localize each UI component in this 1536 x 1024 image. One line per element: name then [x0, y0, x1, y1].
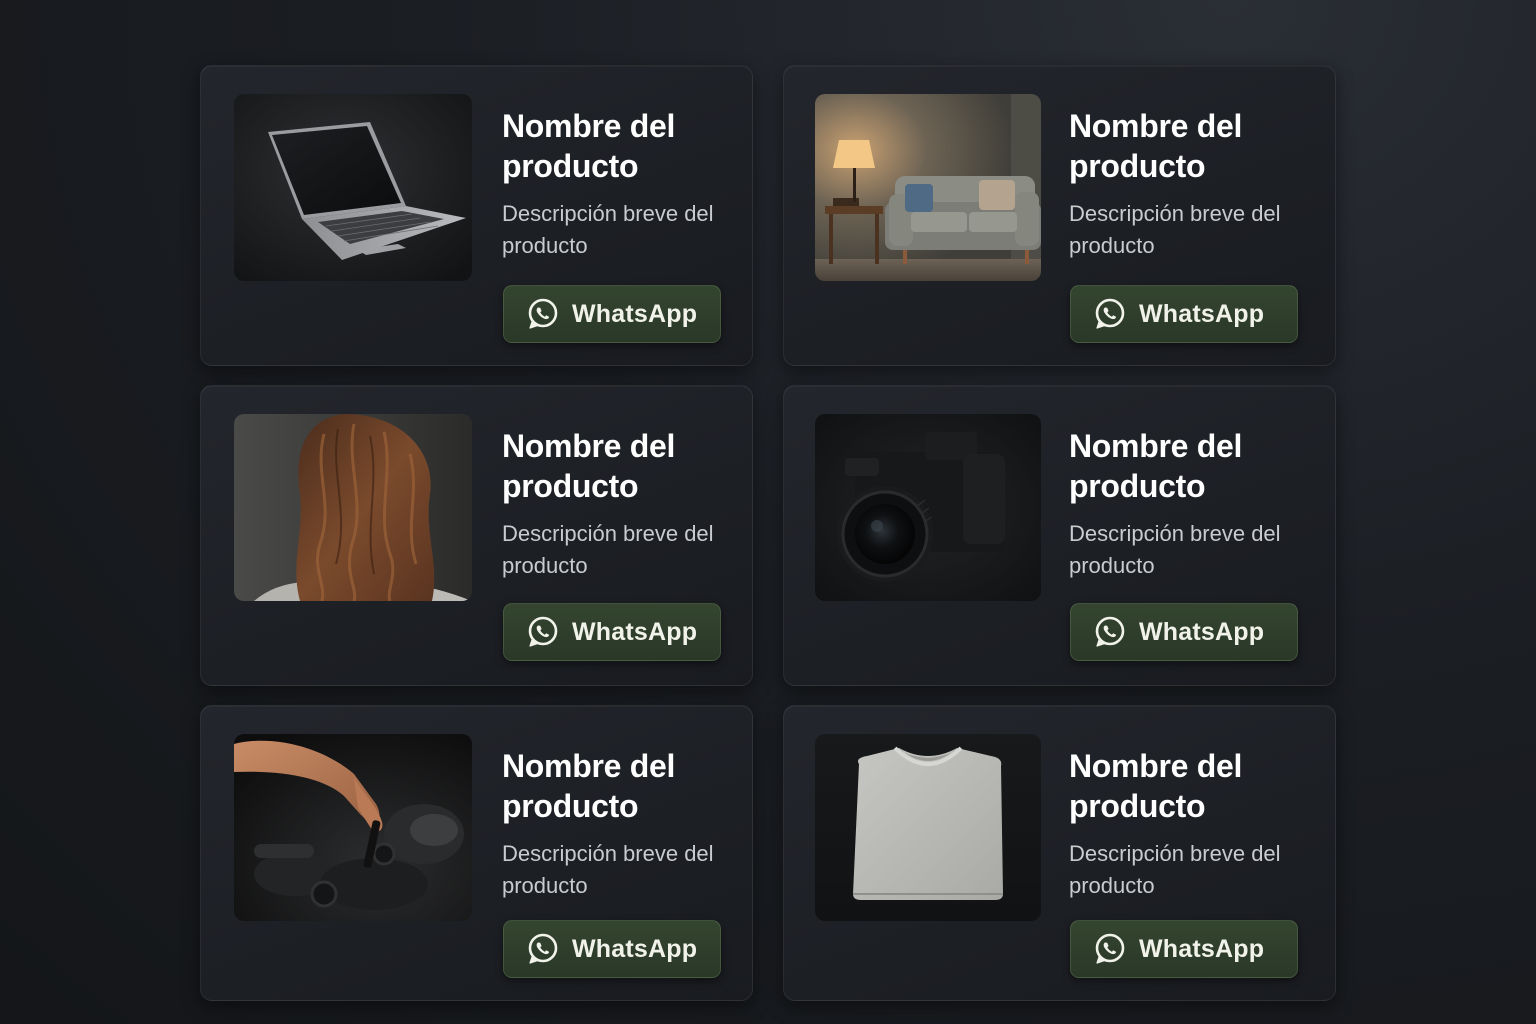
product-name: Nombre del producto	[1069, 428, 1243, 504]
whatsapp-button[interactable]: WhatsApp	[1070, 920, 1298, 978]
whatsapp-icon	[1093, 932, 1127, 966]
whatsapp-button[interactable]: WhatsApp	[503, 920, 721, 978]
product-info: Nombre del producto Descripción breve de…	[1069, 746, 1309, 902]
product-image-hair	[234, 414, 472, 601]
product-card: Nombre del producto Descripción breve de…	[200, 385, 753, 686]
product-image-sofa	[815, 94, 1041, 281]
whatsapp-button-label: WhatsApp	[1139, 617, 1265, 646]
whatsapp-button-label: WhatsApp	[572, 934, 698, 963]
product-card: Nombre del producto Descripción breve de…	[200, 65, 753, 366]
product-info: Nombre del producto Descripción breve de…	[502, 106, 742, 262]
product-name: Nombre del producto	[502, 428, 676, 504]
product-name: Nombre del producto	[1069, 108, 1243, 184]
product-info: Nombre del producto Descripción breve de…	[1069, 426, 1309, 582]
product-image-tshirt	[815, 734, 1041, 921]
product-description: Descripción breve del producto	[1069, 521, 1281, 578]
whatsapp-icon	[526, 297, 560, 331]
whatsapp-button-label: WhatsApp	[1139, 934, 1265, 963]
product-name: Nombre del producto	[502, 108, 676, 184]
whatsapp-icon	[1093, 615, 1127, 649]
product-card: Nombre del producto Descripción breve de…	[783, 65, 1336, 366]
product-name: Nombre del producto	[1069, 748, 1243, 824]
product-description: Descripción breve del producto	[502, 201, 714, 258]
product-card: Nombre del producto Descripción breve de…	[783, 385, 1336, 686]
product-info: Nombre del producto Descripción breve de…	[502, 746, 742, 902]
product-image-laptop	[234, 94, 472, 281]
whatsapp-icon	[526, 932, 560, 966]
whatsapp-icon	[526, 615, 560, 649]
product-card: Nombre del producto Descripción breve de…	[783, 705, 1336, 1001]
product-info: Nombre del producto Descripción breve de…	[502, 426, 742, 582]
whatsapp-button[interactable]: WhatsApp	[503, 603, 721, 661]
product-grid: Nombre del producto Descripción breve de…	[200, 65, 1336, 1001]
whatsapp-icon	[1093, 297, 1127, 331]
product-description: Descripción breve del producto	[1069, 201, 1281, 258]
whatsapp-button[interactable]: WhatsApp	[503, 285, 721, 343]
whatsapp-button-label: WhatsApp	[572, 299, 698, 328]
product-description: Descripción breve del producto	[502, 841, 714, 898]
whatsapp-button-label: WhatsApp	[572, 617, 698, 646]
product-card: Nombre del producto Descripción breve de…	[200, 705, 753, 1001]
whatsapp-button-label: WhatsApp	[1139, 299, 1265, 328]
product-image-engine	[234, 734, 472, 921]
product-info: Nombre del producto Descripción breve de…	[1069, 106, 1309, 262]
product-image-camera	[815, 414, 1041, 601]
whatsapp-button[interactable]: WhatsApp	[1070, 603, 1298, 661]
product-name: Nombre del producto	[502, 748, 676, 824]
whatsapp-button[interactable]: WhatsApp	[1070, 285, 1298, 343]
product-description: Descripción breve del producto	[502, 521, 714, 578]
product-description: Descripción breve del producto	[1069, 841, 1281, 898]
